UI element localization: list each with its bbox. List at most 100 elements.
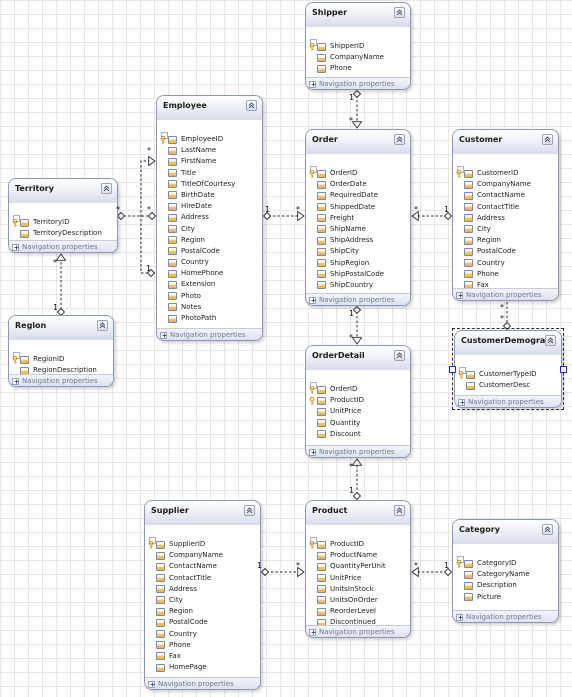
property-row[interactable]: SupplierID xyxy=(145,539,260,550)
property-row[interactable]: PostalCode xyxy=(157,246,262,257)
collapse-chevron-icon[interactable] xyxy=(246,100,257,111)
navigation-properties-row[interactable]: Navigation properties xyxy=(455,395,561,407)
navigation-properties-row[interactable]: Navigation properties xyxy=(453,288,558,300)
expand-plus-icon[interactable] xyxy=(456,613,463,621)
expand-plus-icon[interactable] xyxy=(309,628,316,636)
navigation-properties-row[interactable]: Navigation properties xyxy=(306,445,410,457)
navigation-properties-row[interactable]: Navigation properties xyxy=(306,293,410,305)
collapse-chevron-icon[interactable] xyxy=(545,335,556,346)
property-row[interactable]: Region xyxy=(453,235,558,246)
entity-header[interactable]: Territory xyxy=(9,179,117,203)
entity-header[interactable]: Employee xyxy=(157,96,262,120)
collapse-chevron-icon[interactable] xyxy=(97,320,108,331)
property-row[interactable]: UnitsInStock xyxy=(306,584,410,595)
expand-plus-icon[interactable] xyxy=(148,680,155,688)
property-row[interactable]: HomePage xyxy=(145,662,260,673)
property-row[interactable]: TitleOfCourtesy xyxy=(157,179,262,190)
collapse-chevron-icon[interactable] xyxy=(394,134,405,145)
navigation-properties-row[interactable]: Navigation properties xyxy=(145,677,260,689)
entity-customerdemographic[interactable]: CustomerDemogra... CustomerTypeID Customer… xyxy=(454,330,562,408)
properties-section-toggle[interactable] xyxy=(13,344,113,359)
property-row[interactable]: ShipCountry xyxy=(306,280,410,291)
property-row[interactable]: Phone xyxy=(306,63,410,74)
property-row[interactable]: PostalCode xyxy=(145,617,260,628)
property-row[interactable]: Fax xyxy=(145,651,260,662)
property-row[interactable]: UnitPrice xyxy=(306,406,410,417)
property-row[interactable]: Country xyxy=(453,258,558,269)
property-row[interactable]: ContactName xyxy=(145,561,260,572)
property-row[interactable]: TerritoryID xyxy=(9,217,117,228)
collapse-chevron-icon[interactable] xyxy=(542,134,553,145)
entity-header[interactable]: Region xyxy=(9,316,113,340)
property-row[interactable]: Country xyxy=(157,257,262,268)
property-row[interactable]: ProductID xyxy=(306,539,410,550)
property-row[interactable]: Title xyxy=(157,168,262,179)
entity-header[interactable]: OrderDetail xyxy=(306,346,410,370)
collapse-chevron-icon[interactable] xyxy=(244,505,255,516)
expand-plus-icon[interactable] xyxy=(309,80,316,88)
property-row[interactable]: OrderDate xyxy=(306,179,410,190)
properties-section-toggle[interactable] xyxy=(310,31,410,46)
property-row[interactable]: Quantity xyxy=(306,418,410,429)
property-row[interactable]: RegionID xyxy=(9,354,113,365)
entity-header[interactable]: Supplier xyxy=(145,501,260,525)
property-row[interactable]: Extension xyxy=(157,279,262,290)
property-row[interactable]: PostalCode xyxy=(453,246,558,257)
property-row[interactable]: CustomerDesc xyxy=(455,380,561,391)
entity-shipper[interactable]: Shipper ShipperID CompanyName Phone Navigati… xyxy=(305,2,411,90)
collapse-chevron-icon[interactable] xyxy=(394,350,405,361)
properties-section-toggle[interactable] xyxy=(310,529,410,544)
property-row[interactable]: QuantityPerUnit xyxy=(306,561,410,572)
properties-section-toggle[interactable] xyxy=(310,158,410,173)
collapse-chevron-icon[interactable] xyxy=(101,183,112,194)
property-row[interactable]: Notes xyxy=(157,302,262,313)
entity-header[interactable]: Category xyxy=(453,520,558,544)
navigation-properties-row[interactable]: Navigation properties xyxy=(453,610,558,622)
entity-region[interactable]: Region RegionID RegionDescription Navigatio… xyxy=(8,315,114,387)
property-row[interactable]: ShipRegion xyxy=(306,258,410,269)
entity-header[interactable]: Order xyxy=(306,130,410,154)
properties-section-toggle[interactable] xyxy=(161,124,262,139)
property-row[interactable]: UnitPrice xyxy=(306,573,410,584)
diagram-canvas[interactable]: Shipper ShipperID CompanyName Phone Navigati… xyxy=(0,0,572,697)
expand-plus-icon[interactable] xyxy=(160,331,167,339)
property-row[interactable]: OrderID xyxy=(306,384,410,395)
resize-handle[interactable] xyxy=(449,365,456,373)
entity-header[interactable]: Shipper xyxy=(306,3,410,27)
expand-plus-icon[interactable] xyxy=(456,291,463,299)
property-row[interactable]: ContactTitle xyxy=(453,202,558,213)
collapse-chevron-icon[interactable] xyxy=(394,505,405,516)
association-employee-self[interactable] xyxy=(140,160,155,274)
property-row[interactable]: Description xyxy=(453,580,558,591)
property-row[interactable]: Address xyxy=(453,213,558,224)
property-row[interactable]: CustomerID xyxy=(453,168,558,179)
collapse-chevron-icon[interactable] xyxy=(394,7,405,18)
property-row[interactable]: ContactTitle xyxy=(145,573,260,584)
property-row[interactable]: ContactName xyxy=(453,190,558,201)
expand-plus-icon[interactable] xyxy=(12,377,19,385)
property-row[interactable]: CustomerTypeID xyxy=(455,369,561,380)
collapse-chevron-icon[interactable] xyxy=(542,524,553,535)
property-row[interactable]: CompanyName xyxy=(306,52,410,63)
property-row[interactable]: Freight xyxy=(306,213,410,224)
resize-handle[interactable] xyxy=(560,365,567,373)
property-row[interactable]: Photo xyxy=(157,291,262,302)
property-row[interactable]: BirthDate xyxy=(157,190,262,201)
property-row[interactable]: ReorderLevel xyxy=(306,606,410,617)
property-row[interactable]: HireDate xyxy=(157,201,262,212)
property-row[interactable]: ShipName xyxy=(306,224,410,235)
navigation-properties-row[interactable]: Navigation properties xyxy=(306,625,410,637)
property-row[interactable]: Phone xyxy=(145,640,260,651)
entity-header[interactable]: Product xyxy=(306,501,410,525)
entity-product[interactable]: Product ProductID ProductName QuantityPerUn… xyxy=(305,500,411,638)
properties-section-toggle[interactable] xyxy=(457,548,558,563)
property-row[interactable]: PhotoPath xyxy=(157,313,262,324)
property-row[interactable]: HomePhone xyxy=(157,268,262,279)
property-row[interactable]: City xyxy=(453,224,558,235)
entity-category[interactable]: Category CategoryID CategoryName Descriptio… xyxy=(452,519,559,623)
property-row[interactable]: Phone xyxy=(453,269,558,280)
properties-section-toggle[interactable] xyxy=(149,529,260,544)
properties-section-toggle[interactable] xyxy=(459,359,561,374)
expand-plus-icon[interactable] xyxy=(12,243,19,251)
properties-section-toggle[interactable] xyxy=(457,158,558,173)
